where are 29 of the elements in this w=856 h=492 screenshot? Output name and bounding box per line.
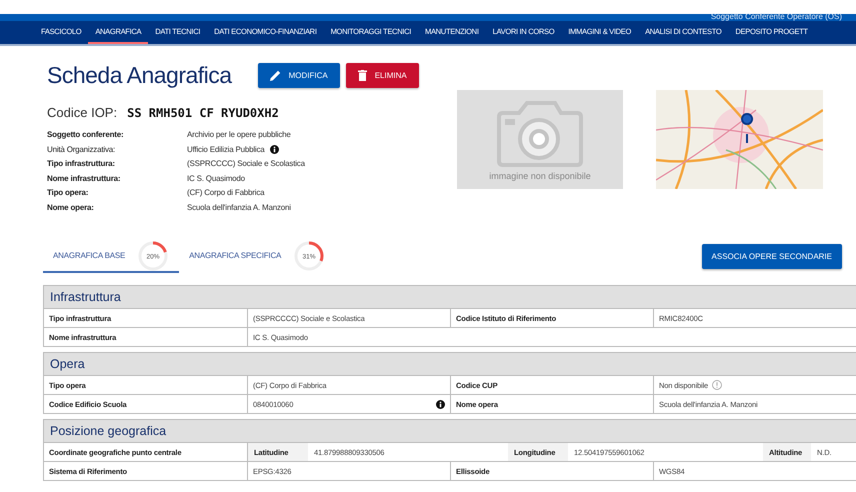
pencil-icon — [270, 70, 281, 81]
page-title: Scheda Anagrafica — [47, 62, 232, 89]
detail-value: Scuola dell'infanzia A. Manzoni — [187, 202, 291, 214]
detail-label: Unità Organizzativa: — [47, 144, 116, 156]
detail-label: Nome opera: — [47, 202, 95, 214]
detail-value: IC S. Quasimodo — [187, 172, 245, 184]
section-title: Opera — [44, 353, 856, 376]
info-icon[interactable] — [436, 400, 445, 408]
section-title: Infrastruttura — [44, 286, 856, 309]
detail-label: Soggetto conferente: — [47, 129, 124, 141]
detail-value: (CF) Corpo di Fabbrica — [187, 187, 264, 199]
trash-icon — [358, 70, 367, 81]
camera-icon — [497, 101, 583, 167]
detail-value: (SSPRCCCC) Sociale e Scolastica — [187, 158, 305, 170]
detail-value: Archivio per le opere pubbliche — [187, 129, 291, 141]
info-icon[interactable] — [270, 145, 279, 154]
image-caption: immagine non disponibile — [489, 171, 591, 181]
detail-label: Tipo opera: — [47, 187, 90, 199]
user-name[interactable]: Soggetto Conferente Operatore (OS) — [710, 14, 842, 21]
section-title: Posizione geografica — [44, 420, 856, 443]
code-value: SS RMH501 CF RYUD0XH2 — [127, 106, 279, 120]
code-label: Codice IOP: — [47, 105, 118, 120]
edit-button[interactable]: MODIFICA — [258, 63, 340, 88]
delete-button[interactable]: ELIMINA — [346, 63, 419, 88]
associate-button[interactable]: ASSOCIA OPERE SECONDARIE — [702, 244, 842, 269]
exclamation-icon[interactable] — [712, 380, 722, 390]
detail-label: Nome infrastruttura: — [47, 172, 122, 184]
detail-value: Ufficio Edilizia Pubblica — [187, 144, 265, 156]
detail-label: Tipo infrastruttura: — [47, 158, 116, 170]
